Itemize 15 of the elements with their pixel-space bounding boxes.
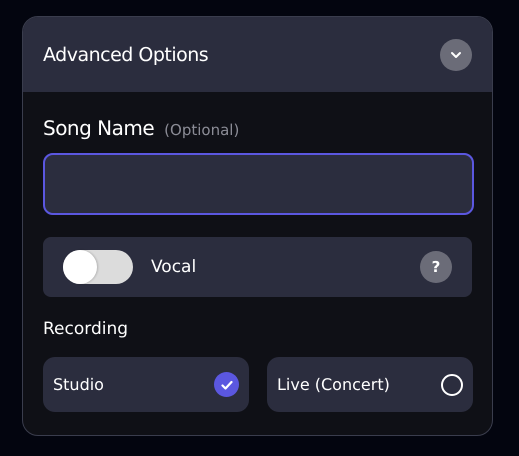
recording-option[interactable]: Live (Concert) bbox=[267, 357, 473, 412]
panel-title: Advanced Options bbox=[43, 44, 208, 66]
help-button[interactable]: ? bbox=[420, 251, 452, 283]
option-label: Studio bbox=[53, 375, 104, 394]
vocal-label: Vocal bbox=[151, 257, 198, 277]
check-icon[interactable] bbox=[214, 372, 239, 397]
recording-label: Recording bbox=[43, 319, 130, 339]
optional-hint: (Optional) bbox=[164, 121, 240, 139]
field-label: Song Name bbox=[43, 116, 154, 140]
song-name-field[interactable] bbox=[43, 153, 474, 215]
expand-button[interactable] bbox=[440, 38, 472, 70]
option-label: Live (Concert) bbox=[277, 375, 390, 394]
radio-circle-icon[interactable] bbox=[441, 374, 463, 396]
recording-option[interactable]: Studio bbox=[43, 357, 249, 412]
vocal-toggle[interactable] bbox=[63, 250, 133, 284]
